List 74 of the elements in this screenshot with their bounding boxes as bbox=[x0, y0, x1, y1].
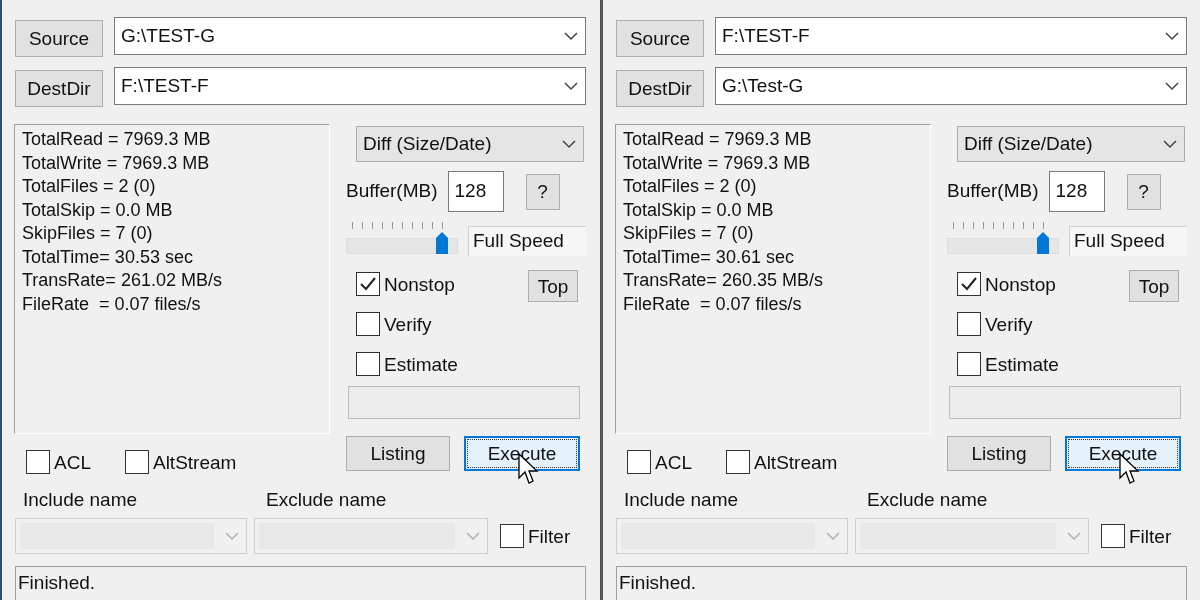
execute-button[interactable]: Execute bbox=[464, 436, 580, 471]
statistic-line: SkipFiles = 7 (0) bbox=[623, 222, 754, 245]
checkbox[interactable]: Nonstop bbox=[957, 272, 1059, 296]
status-box: Finished. bbox=[15, 566, 586, 600]
compare-mode-dropdown[interactable]: Diff (Size/Date) bbox=[356, 126, 584, 162]
check-icon bbox=[359, 276, 377, 292]
check-icon bbox=[960, 276, 978, 292]
checkbox[interactable]: Filter bbox=[500, 524, 571, 548]
chevron-icon bbox=[224, 531, 240, 541]
chevron-icon bbox=[825, 531, 841, 541]
slider-thumb[interactable] bbox=[436, 232, 448, 254]
exclude-label: Exclude name bbox=[867, 490, 988, 509]
buffer-label: Buffer(MB) bbox=[947, 179, 1039, 204]
statistic-line: TotalFiles = 2 (0) bbox=[623, 175, 757, 198]
speed-label: Full Speed bbox=[1069, 226, 1187, 256]
checkbox[interactable]: Verify bbox=[957, 312, 1059, 336]
statistic-line: TotalTime= 30.61 sec bbox=[623, 245, 794, 269]
statistic-line: TotalRead = 7969.3 MB bbox=[22, 128, 211, 151]
source-button[interactable]: Source bbox=[616, 20, 704, 57]
checkbox[interactable]: AltStream bbox=[124, 450, 237, 474]
checkbox[interactable]: Verify bbox=[356, 312, 458, 336]
status-box: Finished. bbox=[616, 566, 1187, 600]
buffer-field[interactable]: 128 bbox=[1048, 171, 1105, 212]
checkbox[interactable]: ACL bbox=[627, 450, 692, 474]
chevron-icon bbox=[1164, 81, 1180, 91]
chevron-icon bbox=[465, 531, 481, 541]
checkbox[interactable]: Estimate bbox=[957, 352, 1059, 376]
statistic-line: TotalSkip = 0.0 MB bbox=[22, 198, 173, 222]
statistic-line: SkipFiles = 7 (0) bbox=[22, 222, 153, 245]
destination-path-field[interactable]: F:\TEST-F bbox=[114, 67, 586, 105]
source-button[interactable]: Source bbox=[15, 20, 103, 57]
listing-button[interactable]: Listing bbox=[947, 436, 1051, 471]
statistic-line: TransRate= 260.35 MB/s bbox=[623, 269, 823, 292]
compare-mode-dropdown[interactable]: Diff (Size/Date) bbox=[957, 126, 1185, 162]
statistic-line: FileRate = 0.07 files/s bbox=[22, 292, 201, 316]
source-path-field[interactable]: F:\TEST-F bbox=[715, 17, 1187, 55]
statistic-line: TotalWrite = 7969.3 MB bbox=[22, 151, 210, 175]
speed-label: Full Speed bbox=[468, 226, 586, 256]
speed-slider[interactable] bbox=[947, 220, 1059, 256]
chevron-icon bbox=[563, 81, 579, 91]
checkbox[interactable]: Estimate bbox=[356, 352, 458, 376]
chevron-icon bbox=[1164, 31, 1180, 41]
checkbox[interactable]: Filter bbox=[1101, 524, 1172, 548]
checkbox[interactable]: Nonstop bbox=[356, 272, 458, 296]
chevron-icon bbox=[561, 139, 577, 149]
include-label: Include name bbox=[23, 490, 139, 509]
chevron-icon bbox=[563, 31, 579, 41]
help-button[interactable]: ? bbox=[1126, 173, 1161, 210]
destdir-button[interactable]: DestDir bbox=[15, 70, 103, 107]
chevron-icon bbox=[1162, 139, 1178, 149]
statistic-line: TotalTime= 30.53 sec bbox=[22, 245, 193, 269]
checkbox[interactable]: AltStream bbox=[725, 450, 838, 474]
help-button[interactable]: ? bbox=[525, 173, 560, 210]
execute-button[interactable]: Execute bbox=[1065, 436, 1181, 471]
speed-slider[interactable] bbox=[346, 220, 458, 256]
buffer-label: Buffer(MB) bbox=[346, 179, 438, 204]
checkbox[interactable]: ACL bbox=[26, 450, 91, 474]
listing-button[interactable]: Listing bbox=[346, 436, 450, 471]
destination-path-field[interactable]: G:\Test-G bbox=[715, 67, 1187, 105]
slider-thumb[interactable] bbox=[1037, 232, 1049, 254]
source-path-field[interactable]: G:\TEST-G bbox=[114, 17, 586, 55]
buffer-field[interactable]: 128 bbox=[447, 171, 504, 212]
statistic-line: TotalRead = 7969.3 MB bbox=[623, 128, 812, 151]
statistic-line: TotalWrite = 7969.3 MB bbox=[623, 151, 811, 175]
statistic-line: TotalFiles = 2 (0) bbox=[22, 175, 156, 198]
destdir-button[interactable]: DestDir bbox=[616, 70, 704, 107]
top-button[interactable]: Top bbox=[1129, 270, 1179, 302]
statistic-line: TotalSkip = 0.0 MB bbox=[623, 198, 774, 222]
statistic-line: TransRate= 261.02 MB/s bbox=[22, 269, 222, 292]
top-button[interactable]: Top bbox=[528, 270, 578, 302]
include-label: Include name bbox=[624, 490, 740, 509]
statistic-line: FileRate = 0.07 files/s bbox=[623, 292, 802, 316]
chevron-icon bbox=[1066, 531, 1082, 541]
exclude-label: Exclude name bbox=[266, 490, 387, 509]
